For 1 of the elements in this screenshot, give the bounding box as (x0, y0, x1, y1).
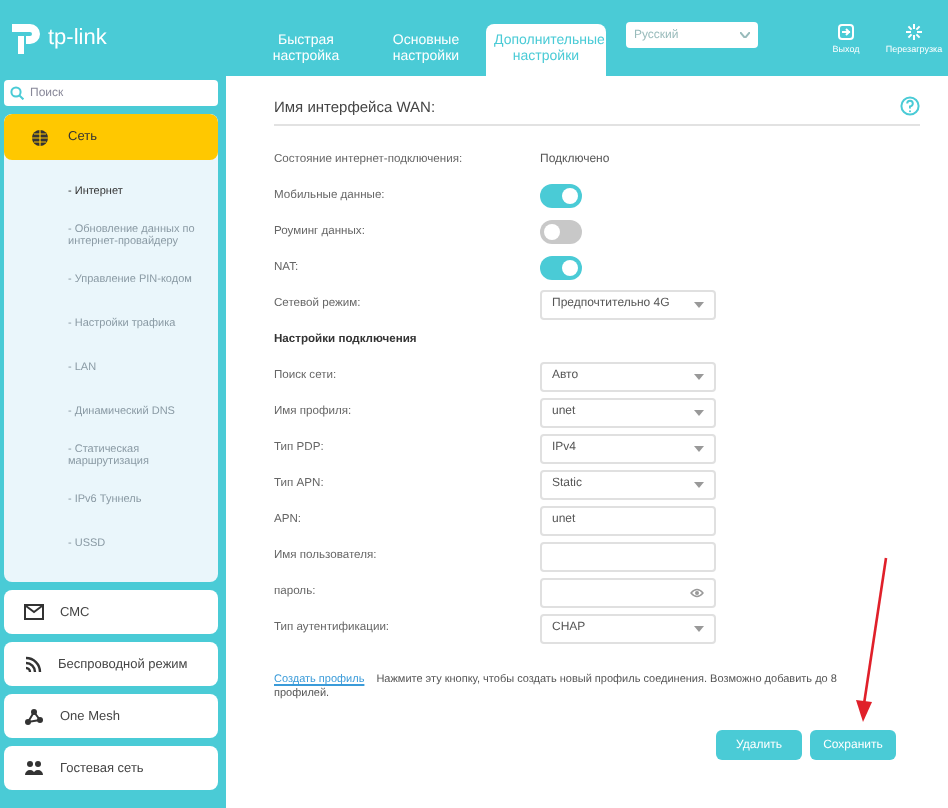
logo-text: tp-link (48, 26, 107, 50)
